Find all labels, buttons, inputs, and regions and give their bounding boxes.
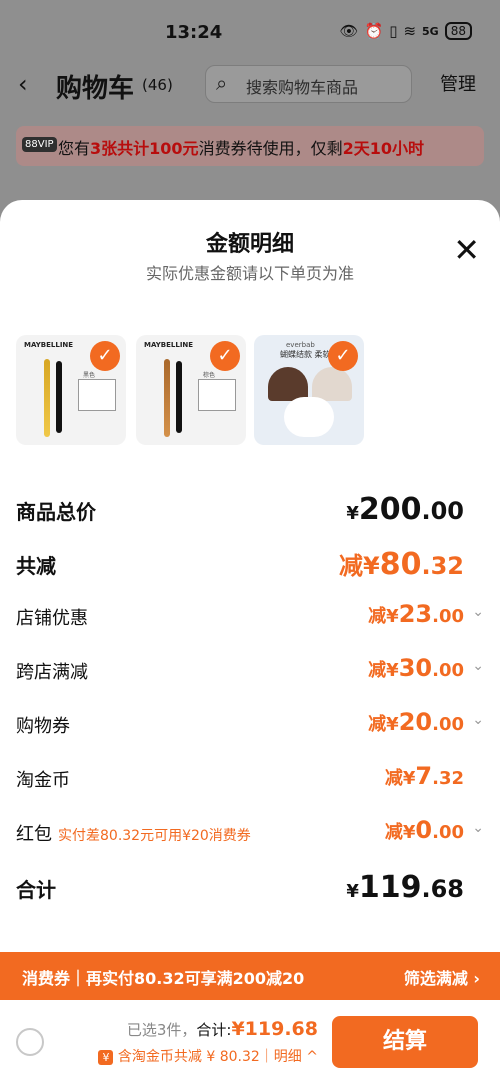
row-value: 减¥20.00	[368, 708, 464, 736]
row-total-discount: 共减 减¥80.32	[16, 546, 484, 582]
row-value: 减¥7.32	[384, 762, 464, 790]
product-brand: MAYBELLINE	[24, 341, 74, 349]
row-label: 店铺优惠	[16, 608, 88, 629]
close-icon[interactable]: ✕	[453, 234, 480, 266]
swatch-label: 棕色	[203, 372, 216, 379]
product-brand: MAYBELLINE	[144, 341, 194, 349]
product-thumbnail[interactable]: MAYBELLINE 棕色 ✓	[136, 335, 246, 445]
5g-icon: 5G	[422, 24, 439, 38]
row-item-total: 商品总价 ¥200.00	[16, 492, 484, 527]
coin-icon: ¥	[98, 1050, 114, 1065]
eyeliner-pen-image	[44, 359, 50, 437]
selected-check-icon[interactable]: ✓	[90, 341, 120, 371]
coupon-highlight-time: 2天10小时	[342, 139, 424, 158]
eyeliner-pen-image	[176, 361, 182, 433]
color-swatch: 棕色	[198, 372, 236, 411]
eyeliner-pen-image	[56, 361, 62, 433]
eyeliner-pen-image	[164, 359, 170, 437]
filter-discount-link[interactable]: 筛选满减 ›	[404, 965, 480, 989]
row-value: ¥119.68	[346, 870, 464, 905]
sheet-title: 金额明细	[205, 232, 294, 257]
status-time: 13:24	[165, 22, 223, 43]
back-arrow-icon[interactable]: ‹	[18, 70, 28, 98]
promo-text: 消费券｜再实付80.32可享满200减20	[22, 969, 305, 988]
puff-image	[284, 397, 334, 437]
status-icons: 👁 ⏰ ▯ ≋ 5G 88	[339, 22, 472, 40]
vibrate-icon: ▯	[389, 22, 398, 40]
row-value: 减¥80.32	[339, 547, 464, 582]
row-label: 跨店满减	[16, 662, 88, 683]
row-label: 淘金币	[16, 770, 70, 791]
coupon-highlight-amount: 3张共计100元	[90, 139, 199, 158]
cart-count: (46)	[142, 76, 173, 94]
row-value: ¥200.00	[346, 492, 464, 527]
row-grand-total: 合计 ¥119.68	[16, 870, 484, 905]
color-swatch: 黑色	[78, 372, 116, 411]
sheet-subtitle: 实际优惠金额请以下单页为准	[145, 264, 354, 283]
coupon-banner-text: 您有3张共计100元消费券待使用，仅剩2天10小时	[58, 135, 424, 159]
row-red-packet[interactable]: 红包 实付差80.32元可用¥20消费券 减¥0.00 ⌄	[16, 816, 484, 850]
coin-discount-detail[interactable]: ¥ 含淘金币共减 ¥ 80.32｜明细 ^	[98, 1046, 318, 1066]
row-shop-discount[interactable]: 店铺优惠 减¥23.00 ⌄	[16, 600, 484, 634]
product-thumbnail[interactable]: MAYBELLINE 黑色 ✓	[16, 335, 126, 445]
amount-detail-sheet: 金额明细 实际优惠金额请以下单页为准 ✕ MAYBELLINE 黑色 ✓ MAY…	[0, 200, 500, 1085]
total-amount: ¥119.68	[231, 1018, 318, 1040]
coupon-middle: 消费券待使用，仅剩	[198, 139, 343, 158]
product-brand: everbab	[286, 341, 315, 349]
manage-button[interactable]: 管理	[440, 70, 476, 96]
chevron-down-icon[interactable]: ⌄	[472, 604, 484, 620]
sponge-image	[312, 367, 352, 401]
row-label: 购物券	[16, 716, 70, 737]
page-title: 购物车	[56, 74, 135, 104]
select-all-checkbox[interactable]	[16, 1028, 44, 1056]
coupon-banner[interactable]: 88VIP 您有3张共计100元消费券待使用，仅剩2天10小时	[16, 126, 484, 166]
swatch-label: 黑色	[83, 372, 96, 379]
status-bar: 13:24 👁 ⏰ ▯ ≋ 5G 88	[0, 0, 500, 62]
row-shopping-coupon[interactable]: 购物券 减¥20.00 ⌄	[16, 708, 484, 742]
checkout-bar: 已选3件，合计:¥119.68 ¥ 含淘金币共减 ¥ 80.32｜明细 ^ 结算	[0, 1000, 500, 1085]
checkout-button[interactable]: 结算	[332, 1016, 478, 1068]
selected-check-icon[interactable]: ✓	[210, 341, 240, 371]
eye-icon: 👁	[339, 22, 359, 40]
row-label: 红包 实付差80.32元可用¥20消费券	[16, 824, 251, 845]
chevron-down-icon[interactable]: ⌄	[472, 658, 484, 674]
selected-summary: 已选3件，合计:¥119.68	[126, 1018, 318, 1040]
row-label: 商品总价	[16, 500, 96, 524]
cart-header: ‹ 购物车 (46) ⌕ 搜索购物车商品 管理	[0, 62, 500, 106]
chevron-down-icon[interactable]: ⌄	[472, 712, 484, 728]
row-value: 减¥0.00	[384, 816, 464, 844]
row-value: 减¥23.00	[368, 600, 464, 628]
coupon-promo-bar[interactable]: 消费券｜再实付80.32可享满200减20 筛选满减 ›	[0, 952, 500, 1000]
search-placeholder: 搜索购物车商品	[246, 78, 359, 97]
row-value: 减¥30.00	[368, 654, 464, 682]
search-icon: ⌕	[216, 71, 228, 95]
wifi-icon: ≋	[403, 22, 417, 40]
row-taobao-coin: 淘金币 减¥7.32	[16, 762, 484, 796]
alarm-icon: ⏰	[364, 22, 384, 40]
row-label: 共减	[16, 554, 56, 578]
row-cross-shop[interactable]: 跨店满减 减¥30.00 ⌄	[16, 654, 484, 688]
coupon-prefix: 您有	[58, 139, 91, 158]
search-input[interactable]: ⌕ 搜索购物车商品	[205, 65, 412, 103]
chevron-down-icon[interactable]: ⌄	[472, 820, 484, 836]
red-packet-note: 实付差80.32元可用¥20消费券	[58, 828, 251, 844]
vip-badge: 88VIP	[22, 137, 57, 152]
product-thumbnail[interactable]: everbab 蝴蝶结款 柔软心 ✓	[254, 335, 364, 445]
sponge-image	[268, 367, 308, 401]
selected-check-icon[interactable]: ✓	[328, 341, 358, 371]
battery-icon: 88	[444, 22, 472, 40]
row-label: 合计	[16, 878, 56, 902]
